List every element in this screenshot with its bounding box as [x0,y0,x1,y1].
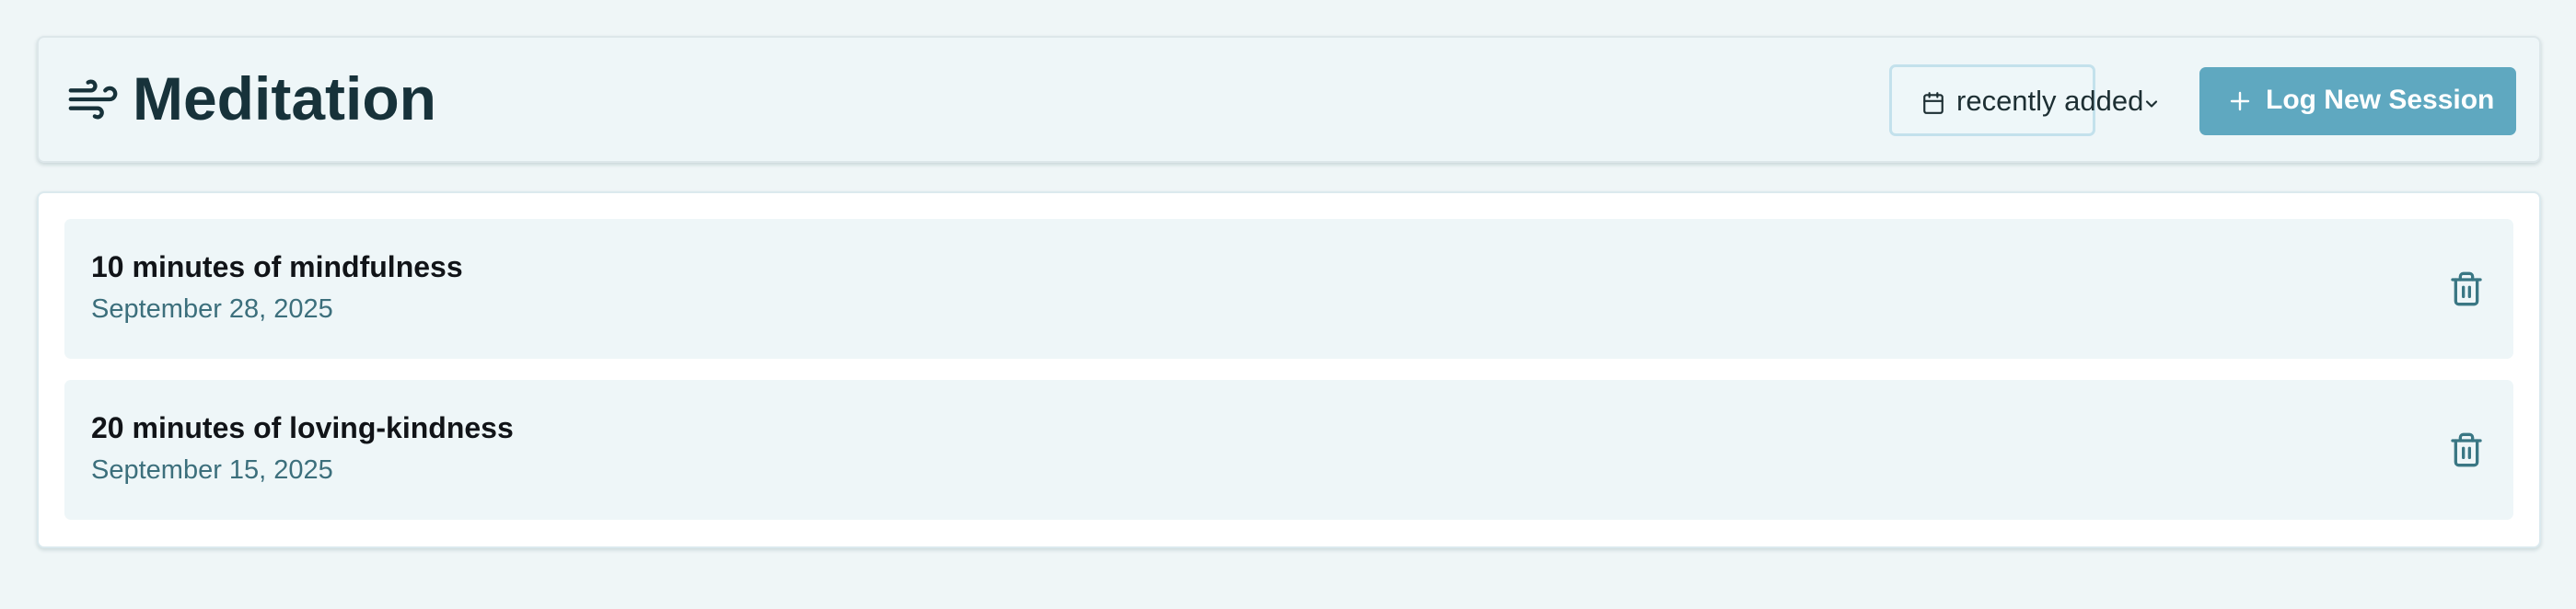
calendar-icon [1923,92,1944,114]
log-new-session-label: Log New Session [2266,85,2495,115]
plus-icon [2230,91,2250,111]
session-item: 10 minutes of mindfulness September 28, … [64,219,2513,359]
session-date: September 28, 2025 [91,294,333,324]
session-title: 20 minutes of loving-kindness [91,411,514,444]
session-title: 10 minutes of mindfulness [91,250,463,283]
delete-session-button[interactable] [2443,426,2490,474]
trash-icon [2451,432,2482,467]
page-title: Meditation [133,64,436,132]
page-header: Meditation recently added Log New Sessio… [37,36,2541,163]
delete-session-button[interactable] [2443,265,2490,313]
wind-icon [68,79,118,120]
session-list: 10 minutes of mindfulness September 28, … [37,191,2541,548]
sort-dropdown[interactable]: recently added [1889,64,2158,136]
session-date: September 15, 2025 [91,455,333,485]
log-new-session-button[interactable]: Log New Session [2199,67,2516,135]
sort-label: recently added [1956,85,2144,117]
chevron-down-icon [2145,100,2158,108]
trash-icon [2451,271,2482,306]
session-item: 20 minutes of loving-kindness September … [64,380,2513,520]
